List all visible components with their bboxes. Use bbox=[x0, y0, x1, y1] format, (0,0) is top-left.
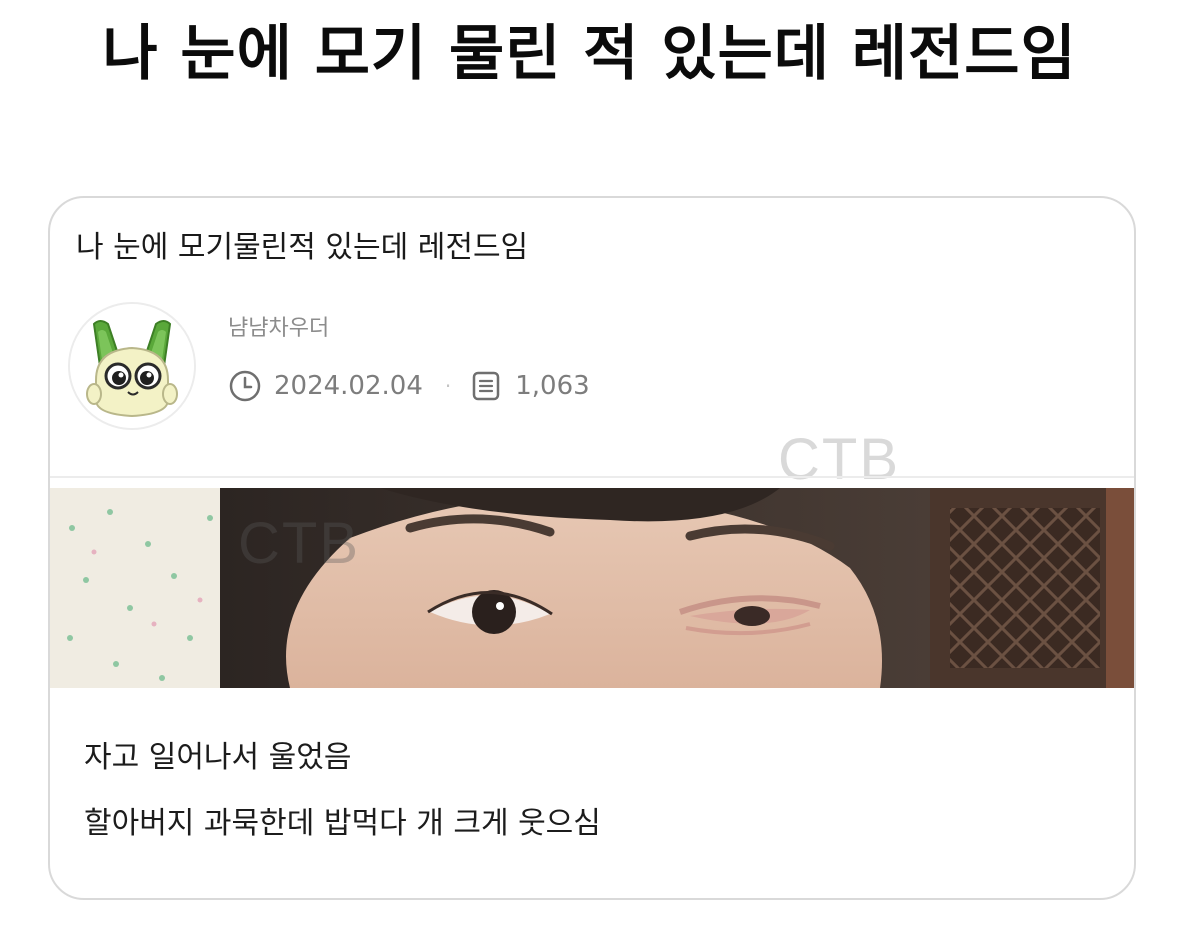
post-body-line: 할아버지 과묵한데 밥먹다 개 크게 웃으심 bbox=[84, 806, 601, 841]
post-date: 2024.02.04 bbox=[274, 371, 423, 401]
view-count: 1,063 bbox=[515, 371, 590, 401]
green-character-avatar-icon bbox=[70, 304, 194, 428]
post-title[interactable]: 나 눈에 모기물린적 있는데 레전드임 bbox=[76, 228, 528, 268]
post-meta: 2024.02.04 · 1,063 bbox=[228, 368, 590, 404]
watermark: CTB bbox=[778, 427, 900, 492]
avatar[interactable] bbox=[68, 302, 196, 430]
meta-separator: · bbox=[444, 374, 452, 398]
post-body-line: 자고 일어나서 울었음 bbox=[84, 740, 352, 775]
post-photo[interactable] bbox=[50, 488, 1134, 688]
document-icon bbox=[472, 371, 500, 401]
divider bbox=[50, 476, 1134, 478]
clock-icon bbox=[229, 370, 261, 402]
headline: 나 눈에 모기 물린 적 있는데 레전드임 bbox=[102, 19, 1077, 89]
author-name[interactable]: 냠냠차우더 bbox=[228, 314, 329, 344]
post-card[interactable]: 나 눈에 모기물린적 있는데 레전드임 냠냠차우더 2024.02.04 · 1… bbox=[48, 196, 1136, 900]
